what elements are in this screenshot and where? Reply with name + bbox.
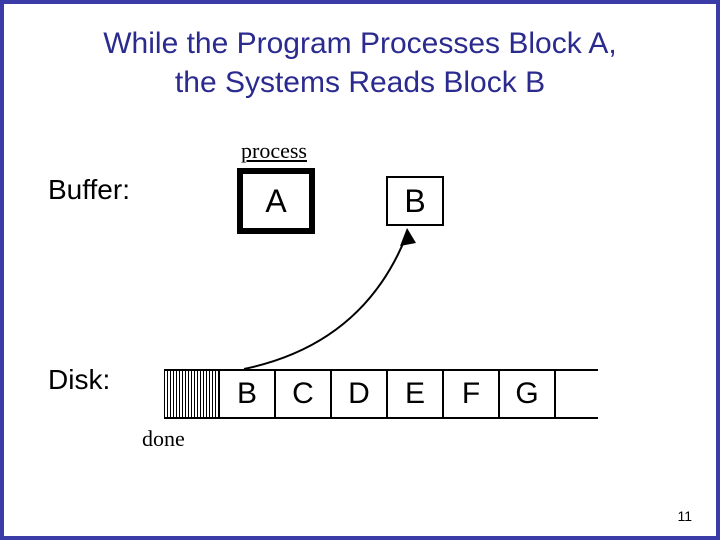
disk-block-empty [556, 371, 598, 417]
buffer-label: Buffer: [48, 174, 130, 206]
disk-block-g: G [500, 371, 556, 417]
done-label: done [142, 426, 185, 452]
page-number: 11 [677, 508, 692, 524]
disk-block-f: F [444, 371, 500, 417]
disk-block-done [164, 371, 220, 417]
disk-label: Disk: [48, 364, 110, 396]
read-arrow [234, 224, 444, 374]
disk-block-b: B [220, 371, 276, 417]
disk-block-e: E [388, 371, 444, 417]
disk-block-d: D [332, 371, 388, 417]
disk-block-c: C [276, 371, 332, 417]
disk-row: B C D E F G [164, 369, 598, 419]
title-line-2: the Systems Reads Block B [175, 66, 545, 99]
buffer-block-b: B [386, 176, 444, 226]
slide-title: While the Program Processes Block A, the… [4, 24, 716, 102]
title-line-1: While the Program Processes Block A, [103, 27, 617, 60]
process-label: process [241, 138, 307, 164]
